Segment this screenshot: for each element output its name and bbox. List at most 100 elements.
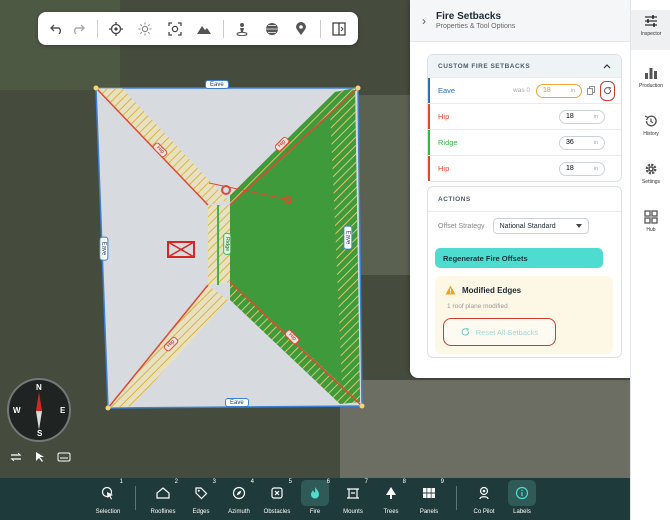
- compass-west: W: [13, 406, 21, 415]
- copilot-icon: [479, 486, 489, 500]
- panels-icon: [423, 488, 435, 498]
- tool-edges[interactable]: 3 Edges: [184, 478, 218, 520]
- sliders-icon: [645, 15, 657, 27]
- rail-item-settings[interactable]: Settings: [631, 158, 670, 198]
- cursor-button[interactable]: [30, 449, 50, 465]
- right-rail: Inspector Production History Settings Hu…: [630, 0, 670, 520]
- split-view-button[interactable]: [329, 16, 350, 42]
- target-icon: [108, 21, 123, 36]
- edge-label-eave-left[interactable]: Eave: [99, 236, 109, 261]
- tool-selection[interactable]: 1 Selection: [91, 478, 125, 520]
- panel-title: Fire Setbacks: [436, 11, 502, 22]
- tree-icon: [386, 487, 396, 499]
- sphere-button[interactable]: [261, 16, 282, 42]
- gear-icon: [645, 163, 657, 175]
- tool-rooflines[interactable]: 2 Rooflines: [146, 478, 180, 520]
- tool-mounts[interactable]: 7 Mounts: [336, 478, 370, 520]
- terrain-icon: [197, 25, 212, 34]
- tag-icon: [195, 487, 208, 500]
- history-icon: [644, 115, 657, 127]
- custom-setbacks-header[interactable]: CUSTOM FIRE SETBACKS: [428, 55, 621, 77]
- setback-row-ridge: Ridge 36 in: [428, 129, 621, 155]
- rail-item-hub[interactable]: Hub: [631, 206, 670, 246]
- setback-name: Hip: [438, 112, 450, 121]
- tool-bar: 1 Selection 2 Rooflines 3 Edges 4 Azimut…: [0, 478, 630, 520]
- compass[interactable]: N S E W: [7, 378, 71, 442]
- reset-setbacks-button[interactable]: Reset All Setbacks: [443, 318, 556, 346]
- edge-label-eave-top[interactable]: Eave: [205, 80, 229, 89]
- grid-icon: [644, 210, 658, 224]
- panel-subtitle: Properties & Tool Options: [436, 23, 516, 30]
- setback-name: Ridge: [438, 138, 458, 147]
- sun-button[interactable]: [135, 16, 156, 42]
- map-pin-button[interactable]: [291, 16, 312, 42]
- tool-panels[interactable]: 9 Panels: [412, 478, 446, 520]
- custom-setbacks-card: CUSTOM FIRE SETBACKS Eave was 0 18 in Hi…: [427, 54, 622, 182]
- setback-name: Eave: [438, 86, 456, 95]
- setback-input-hip[interactable]: 18 in: [559, 109, 605, 124]
- edge-label-eave-bottom[interactable]: Eave: [225, 398, 249, 407]
- previous-value: was 0: [513, 87, 530, 94]
- edge-label-ridge[interactable]: Ridge: [223, 232, 232, 256]
- focus-icon: [168, 21, 182, 36]
- map-pin-icon: [296, 21, 307, 35]
- revert-icon: [603, 86, 611, 94]
- swap-button[interactable]: [6, 449, 26, 465]
- keyboard-button[interactable]: [54, 449, 74, 465]
- fire-icon: [311, 487, 319, 499]
- tool-trees[interactable]: 8 Trees: [374, 478, 408, 520]
- mounts-icon: [347, 488, 359, 499]
- compass-east: E: [60, 406, 66, 415]
- offset-strategy-row: Offset Strategy National Standard: [428, 211, 621, 234]
- person-button[interactable]: [232, 16, 253, 42]
- setback-row-eave: Eave was 0 18 in: [428, 77, 621, 103]
- redo-icon: [73, 24, 85, 34]
- copy-icon: [587, 86, 595, 95]
- setback-input-eave[interactable]: 18 in: [536, 83, 582, 98]
- tool-fire[interactable]: 6 Fire: [298, 478, 332, 520]
- cursor-icon: [36, 452, 44, 462]
- undo-icon: [49, 24, 61, 34]
- setback-row-hip: Hip 18 in: [428, 103, 621, 129]
- tool-copilot[interactable]: Co Pilot: [467, 478, 501, 520]
- person-icon: [236, 22, 248, 36]
- tool-labels[interactable]: Labels: [505, 478, 539, 520]
- terrain-button[interactable]: [194, 16, 215, 42]
- keyboard-icon: [57, 452, 71, 462]
- chevron-down-icon: [575, 224, 582, 228]
- compass-north: N: [36, 383, 42, 392]
- modified-title: Modified Edges: [462, 285, 522, 295]
- copy-button[interactable]: [585, 85, 597, 97]
- setback-row-hip-2: Hip 18 in: [428, 155, 621, 181]
- chevron-up-icon[interactable]: [603, 63, 611, 69]
- sun-icon: [138, 22, 152, 35]
- rail-item-production[interactable]: Production: [631, 62, 670, 102]
- rail-item-inspector[interactable]: Inspector: [631, 10, 670, 50]
- compass-south: S: [37, 429, 43, 438]
- undo-button[interactable]: [46, 16, 67, 42]
- compass-needle-icon: [36, 392, 42, 430]
- target-button[interactable]: [105, 16, 126, 42]
- revert-button[interactable]: [600, 80, 615, 101]
- section-heading: ACTIONS: [438, 195, 471, 203]
- swap-icon: [10, 452, 22, 462]
- selection-icon: [101, 486, 113, 500]
- sphere-icon: [265, 22, 278, 35]
- section-heading: CUSTOM FIRE SETBACKS: [438, 62, 531, 70]
- setback-input-ridge[interactable]: 36 in: [559, 135, 605, 150]
- rail-item-history[interactable]: History: [631, 110, 670, 150]
- obstacle-icon: [271, 487, 283, 499]
- regenerate-button[interactable]: Regenerate Fire Offsets: [435, 248, 603, 268]
- offset-strategy-select[interactable]: National Standard: [492, 218, 589, 234]
- setback-input-hip-2[interactable]: 18 in: [559, 161, 605, 176]
- panel-header: › Fire Setbacks Properties & Tool Option…: [410, 0, 630, 42]
- collapse-chevron-icon[interactable]: ›: [422, 14, 426, 28]
- redo-button[interactable]: [67, 16, 88, 42]
- edge-label-eave-right[interactable]: Eave: [343, 225, 353, 250]
- reset-icon: [461, 327, 469, 336]
- focus-button[interactable]: [164, 16, 185, 42]
- bar-chart-icon: [645, 68, 657, 79]
- tool-azimuth[interactable]: 4 Azimuth: [222, 478, 256, 520]
- split-view-icon: [332, 21, 346, 36]
- tool-obstacles[interactable]: 5 Obstacles: [260, 478, 294, 520]
